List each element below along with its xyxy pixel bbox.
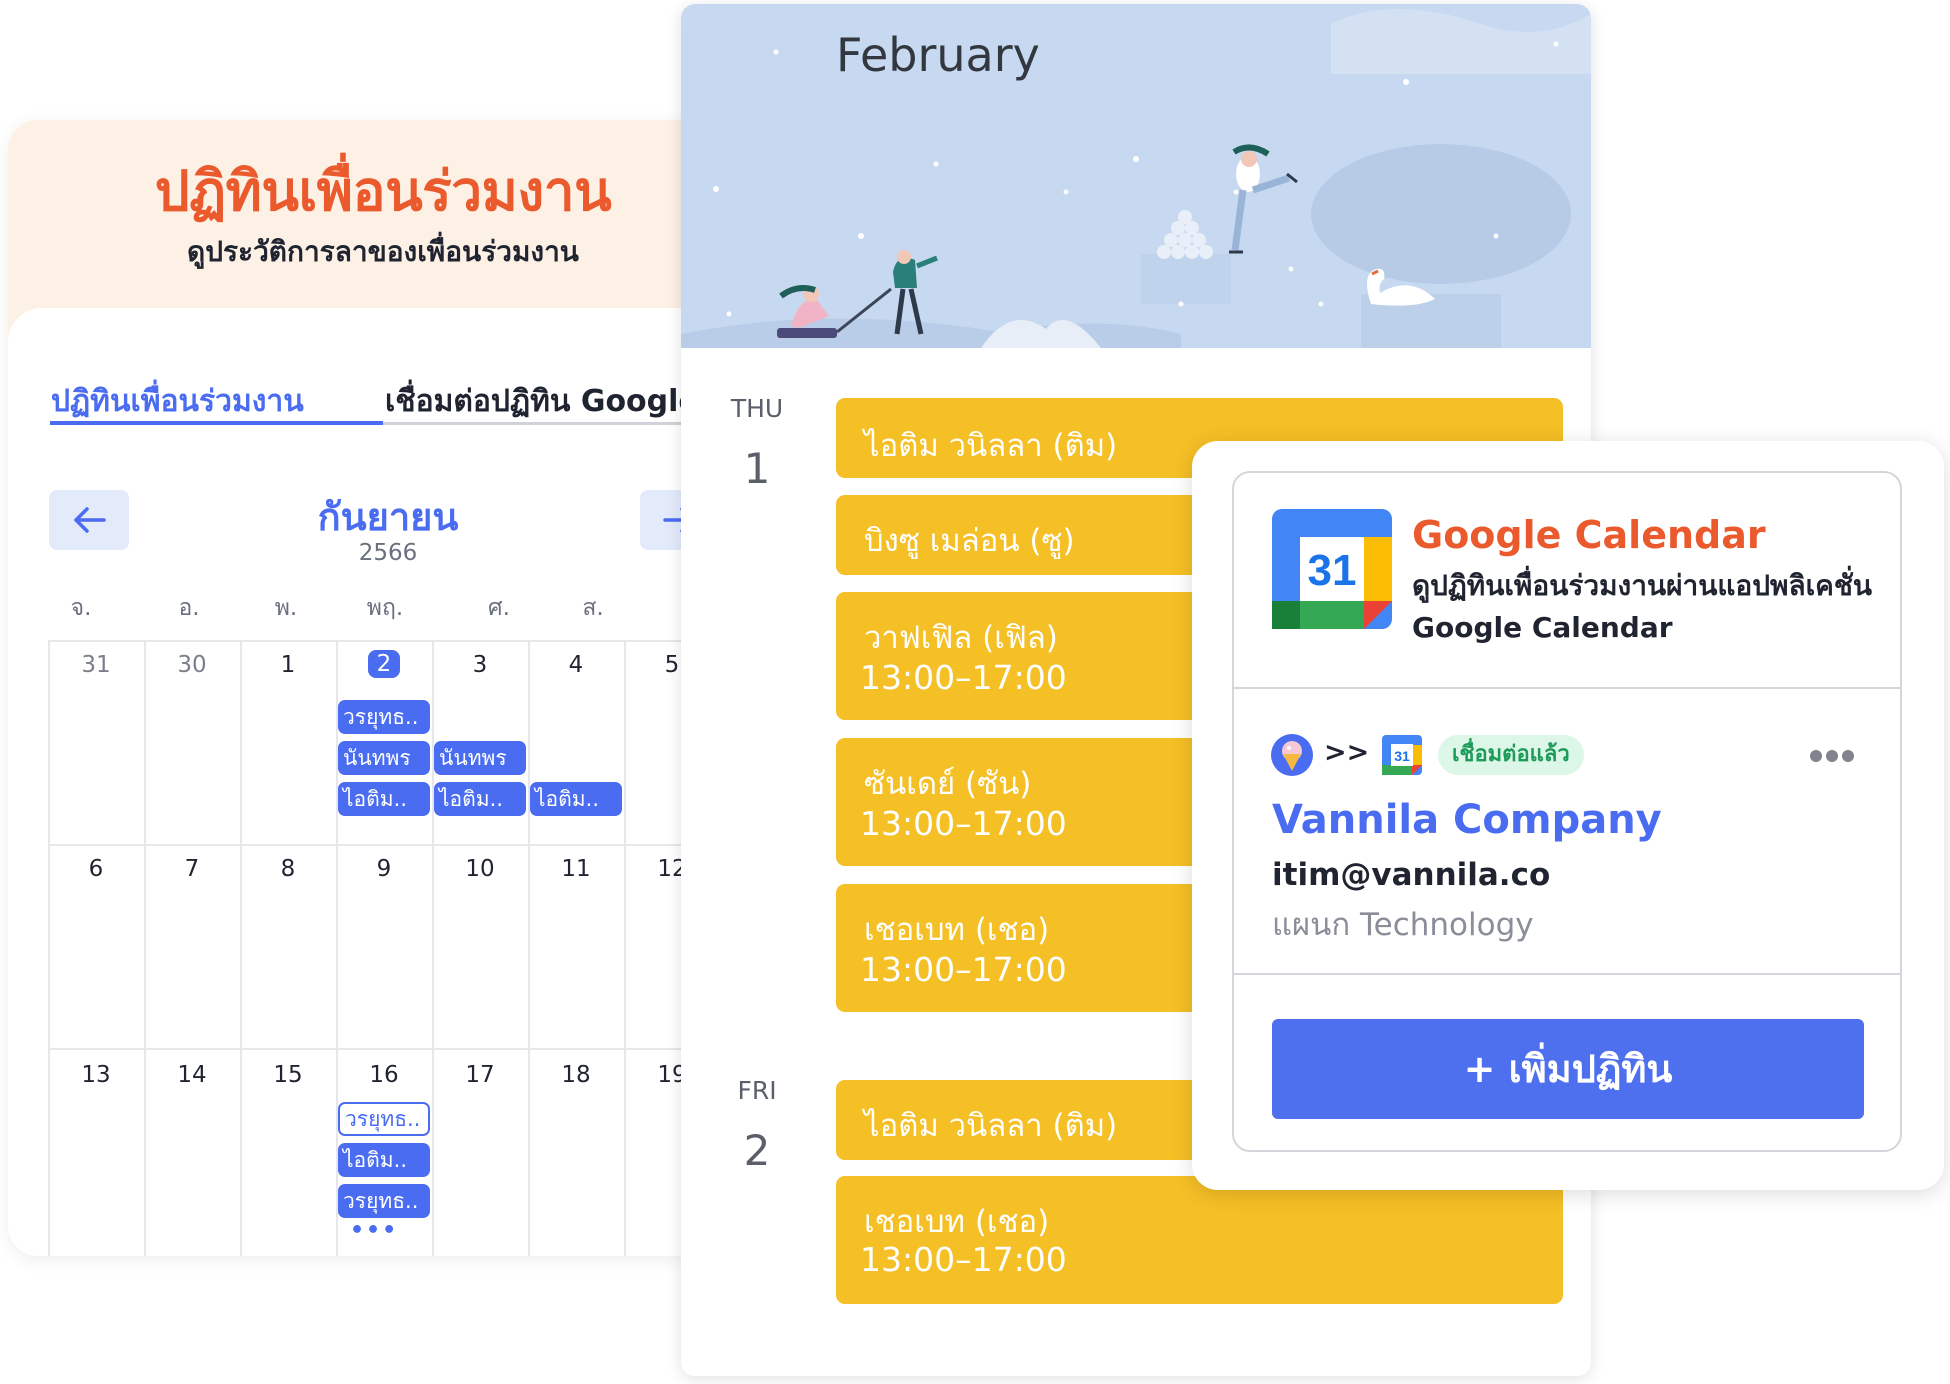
day-number: 1 — [743, 444, 771, 493]
department-label: แผนก Technology — [1272, 907, 1534, 943]
weekday-label: อ. — [178, 595, 200, 621]
more-options-icon[interactable] — [1810, 747, 1858, 766]
google-calendar-small-icon: 31 — [1382, 735, 1422, 775]
small-logo-number: 31 — [1394, 748, 1410, 764]
google-calendar-panel: 31 Google Calendar ดูปฏิทินเพื่อนร่วมงาน… — [1232, 471, 1902, 1152]
event-name: เชอเบท (เชอ) — [864, 912, 1050, 948]
day-cell[interactable]: 8 — [240, 856, 336, 882]
tab-underline — [383, 422, 728, 425]
hero-subtitle: ดูประวัติการลาของเพื่อนร่วมงาน — [187, 235, 579, 268]
connection-arrows: >> — [1324, 737, 1370, 768]
event-time: 13:00–17:00 — [860, 658, 1067, 697]
today-marker: 2 — [367, 650, 401, 678]
day-cell[interactable]: 11 — [528, 856, 624, 882]
weekday-label: ส. — [582, 595, 604, 621]
day-cell[interactable]: 7 — [144, 856, 240, 882]
month-label: กันยายน — [317, 495, 459, 539]
event-name: ไอติม วนิลลา (ติม) — [864, 428, 1118, 464]
grid-line — [48, 640, 728, 642]
event-chip[interactable]: วรยุทธ.. — [338, 700, 430, 734]
month-banner: February — [681, 4, 1591, 348]
google-calendar-logo: 31 — [1272, 509, 1392, 629]
event-time: 13:00–17:00 — [860, 950, 1067, 989]
account-email: itim@vannila.co — [1272, 857, 1551, 893]
day-cell-today[interactable]: 2 — [336, 650, 432, 678]
event-name: เชอเบท (เชอ) — [864, 1204, 1050, 1240]
day-cell[interactable]: 9 — [336, 856, 432, 882]
grid-line — [48, 640, 50, 1256]
day-cell[interactable]: 17 — [432, 1062, 528, 1088]
weekday-label: ศ. — [488, 595, 510, 621]
google-calendar-description: ดูปฏิทินเพื่อนร่วมงานผ่านแอปพลิเคชั่น Go… — [1412, 569, 1873, 644]
day-cell[interactable]: 14 — [144, 1062, 240, 1088]
event-chip[interactable]: วรยุทธ.. — [338, 1184, 430, 1218]
day-cell[interactable]: 10 — [432, 856, 528, 882]
month-grid: 31 30 1 2 3 4 5 6 7 8 9 10 11 12 13 14 1… — [48, 640, 728, 1256]
event-chip[interactable]: ไอติม.. — [338, 1143, 430, 1177]
logo-number: 31 — [1308, 546, 1357, 595]
weekday-label: พ. — [274, 595, 298, 621]
grid-line — [624, 640, 626, 1256]
grid-line — [528, 640, 530, 1256]
colleague-calendar-card: ปฏิทินเพื่อนร่วมงาน ดูประวัติการลาของเพื… — [8, 120, 728, 1256]
day-cell[interactable]: 1 — [240, 652, 336, 678]
day-cell[interactable]: 4 — [528, 652, 624, 678]
weekday-label: FRI — [737, 1076, 777, 1105]
event-name: วาฟเฟิล (เฟิล) — [864, 620, 1058, 656]
weekday-label: THU — [730, 394, 784, 423]
winter-illustration — [681, 9, 1591, 348]
grid-line — [48, 1048, 728, 1050]
weekday-label: พฤ. — [366, 595, 404, 621]
schedule-month-title: February — [836, 28, 1040, 82]
grid-line — [48, 844, 728, 846]
tab-connect-google[interactable]: เชื่อมต่อปฏิทิน Google — [385, 378, 699, 425]
tab-active-indicator — [50, 421, 383, 425]
company-name: Vannila Company — [1272, 797, 1662, 843]
event-name: ไอติม วนิลลา (ติม) — [864, 1108, 1118, 1144]
event-time: 13:00–17:00 — [860, 1240, 1067, 1279]
day-cell[interactable]: 31 — [48, 652, 144, 678]
event-chip[interactable]: ไอติม.. — [338, 782, 430, 816]
more-events-indicator[interactable]: ••• — [350, 1218, 398, 1243]
day-number: 2 — [743, 1126, 771, 1175]
hero-title: ปฏิทินเพื่อนร่วมงาน — [154, 159, 612, 223]
day-cell[interactable]: 3 — [432, 652, 528, 678]
connected-status-badge: เชื่อมต่อแล้ว — [1438, 735, 1584, 775]
day-cell[interactable]: 15 — [240, 1062, 336, 1088]
day-cell[interactable]: 13 — [48, 1062, 144, 1088]
divider — [1234, 973, 1900, 975]
event-chip[interactable]: ไอติม.. — [530, 782, 622, 816]
event-time: 13:00–17:00 — [860, 804, 1067, 843]
event-name: ซันเดย์ (ซัน) — [864, 766, 1032, 802]
add-calendar-button[interactable]: + เพิ่มปฏิทิน — [1272, 1019, 1864, 1119]
tab-colleague-calendar[interactable]: ปฏิทินเพื่อนร่วมงาน — [51, 378, 304, 425]
event-chip[interactable]: ไอติม.. — [434, 782, 526, 816]
weekday-label: จ. — [70, 595, 92, 621]
event-chip[interactable]: นันทพร — [434, 741, 526, 775]
day-cell[interactable]: 16 — [336, 1062, 432, 1088]
schedule-event[interactable]: เชอเบท (เชอ) 13:00–17:00 — [836, 1176, 1563, 1304]
day-cell[interactable]: 6 — [48, 856, 144, 882]
event-chip-outline[interactable]: วรยุทธ.. — [338, 1102, 430, 1136]
calendar-panel: ปฏิทินเพื่อนร่วมงาน เชื่อมต่อปฏิทิน Goog… — [8, 308, 728, 1256]
google-calendar-title: Google Calendar — [1412, 513, 1766, 557]
grid-line — [432, 640, 434, 1256]
ice-cream-icon — [1271, 734, 1313, 776]
day-cell[interactable]: 30 — [144, 652, 240, 678]
year-label: 2566 — [358, 540, 418, 566]
day-cell[interactable]: 18 — [528, 1062, 624, 1088]
event-name: บิงซู เมล่อน (ซู) — [864, 523, 1075, 559]
divider — [1234, 687, 1900, 689]
connection-row: >> 31 เชื่อมต่อแล้ว — [1270, 733, 1870, 777]
google-calendar-card: 31 Google Calendar ดูปฏิทินเพื่อนร่วมงาน… — [1192, 441, 1944, 1190]
grid-line — [240, 640, 242, 1256]
event-chip[interactable]: นันทพร — [338, 741, 430, 775]
grid-line — [144, 640, 146, 1256]
